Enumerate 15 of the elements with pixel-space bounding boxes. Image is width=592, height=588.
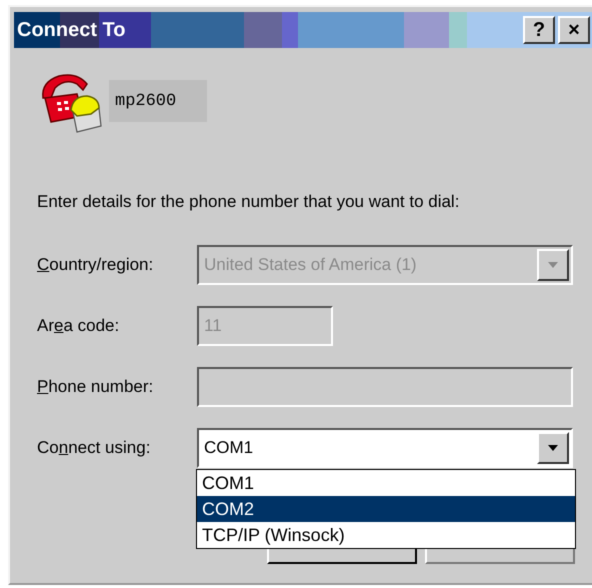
dropdown-field[interactable]: COM1 — [197, 428, 573, 468]
field-label: Phone number: — [37, 377, 154, 397]
help-button[interactable]: ? — [523, 16, 555, 44]
dropdown-option[interactable]: COM1 — [197, 470, 575, 496]
instruction-text: Enter details for the phone number that you want to dial: — [37, 192, 460, 212]
field-label: Area code: — [37, 316, 120, 336]
window-title: Connect To — [16, 18, 126, 42]
dropdown-option[interactable]: TCP/IP (Winsock) — [197, 522, 575, 548]
close-button[interactable]: × — [558, 16, 590, 44]
field-label: Connect using: — [37, 438, 152, 458]
dropdown-arrow-icon — [547, 261, 559, 269]
field-label: Country/region: — [37, 255, 154, 275]
connection-name: mp2600 — [109, 80, 207, 122]
dropdown-arrow-icon — [547, 444, 559, 452]
dropdown-option[interactable]: COM2 — [197, 496, 575, 522]
